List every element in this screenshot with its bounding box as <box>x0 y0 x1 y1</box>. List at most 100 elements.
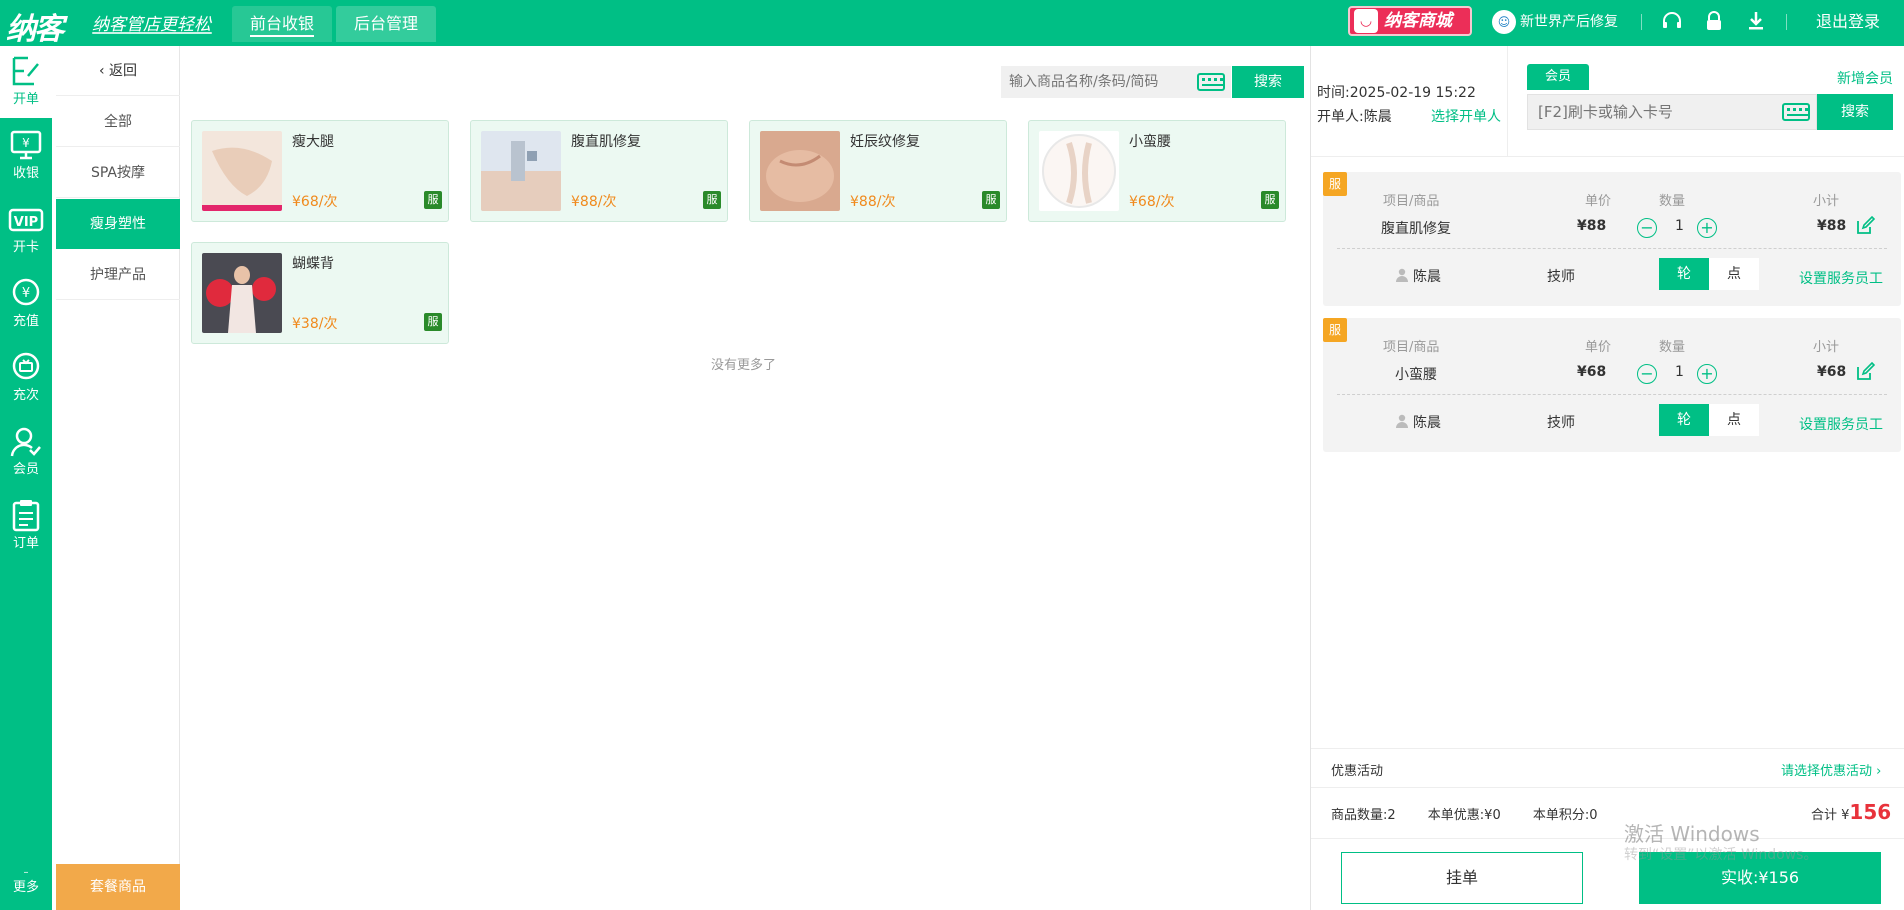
product-search-button[interactable]: 搜索 <box>1232 66 1304 98</box>
nav-label: 订单 <box>12 536 39 551</box>
product-image <box>202 253 282 333</box>
member-search-button[interactable]: 搜索 <box>1817 94 1893 130</box>
open-order-icon <box>12 56 39 86</box>
headset-icon[interactable] <box>1660 10 1684 34</box>
service-tag: 服 <box>424 313 442 331</box>
minus-icon[interactable]: − <box>1637 218 1657 238</box>
product-name: 小蛮腰 <box>1129 134 1171 150</box>
category-spa[interactable]: SPA按摩 <box>56 148 180 198</box>
nav-recharge[interactable]: ¥ 充值 <box>0 268 52 340</box>
svg-text:VIP: VIP <box>14 215 38 230</box>
mall-button[interactable]: ◡ 纳客商城 <box>1348 6 1472 36</box>
total-label: 合计 ¥ <box>1811 808 1850 823</box>
product-search-box <box>1001 66 1231 98</box>
set-staff-link[interactable]: 设置服务员工 <box>1799 414 1883 434</box>
shopping-bag-icon: ◡ <box>1354 9 1378 33</box>
app-logo: 纳客 <box>6 12 64 47</box>
tab-front-cashier[interactable]: 前台收银 <box>232 6 332 42</box>
header-qty: 数量 <box>1659 194 1686 209</box>
product-card[interactable]: 蝴蝶背 ¥38/次 服 <box>191 242 449 344</box>
nav-recharge-times[interactable]: 充次 <box>0 342 52 414</box>
item-subtotal: ¥88 <box>1817 218 1847 234</box>
item-name: 小蛮腰 <box>1395 367 1437 383</box>
nav-more[interactable]: – 更多 <box>0 866 52 910</box>
nav-label: 开卡 <box>12 240 39 255</box>
category-care-products[interactable]: 护理产品 <box>56 250 180 300</box>
designate-option[interactable]: 点 <box>1709 258 1759 290</box>
svg-text:¥: ¥ <box>22 286 30 301</box>
recharge-times-icon <box>12 352 40 380</box>
nav-label: 收银 <box>12 166 39 181</box>
mall-label: 纳客商城 <box>1384 11 1452 31</box>
item-price: ¥88 <box>1577 218 1607 234</box>
person-icon <box>1396 268 1408 282</box>
designate-option[interactable]: 点 <box>1709 404 1759 436</box>
product-price: ¥38/次 <box>292 316 338 332</box>
edit-icon[interactable] <box>1855 362 1875 382</box>
person-icon <box>1396 414 1408 428</box>
order-points: 本单积分:0 <box>1532 808 1598 823</box>
member-card-input[interactable] <box>1538 95 1768 129</box>
download-icon[interactable] <box>1744 10 1768 34</box>
product-card[interactable]: 妊辰纹修复 ¥88/次 服 <box>749 120 1007 222</box>
product-card[interactable]: 小蛮腰 ¥68/次 服 <box>1028 120 1286 222</box>
back-button[interactable]: ‹ 返回 <box>56 46 180 96</box>
store-name[interactable]: ☺ 新世界产后修复 <box>1492 10 1618 34</box>
product-name: 蝴蝶背 <box>292 256 334 272</box>
tab-backend-admin[interactable]: 后台管理 <box>336 6 436 42</box>
member-card-box <box>1527 94 1817 130</box>
divider <box>1786 14 1787 30</box>
minus-icon[interactable]: − <box>1637 364 1657 384</box>
tab-label: 前台收银 <box>249 14 314 33</box>
member-tab[interactable]: 会员 <box>1527 64 1589 90</box>
product-card[interactable]: 腹直肌修复 ¥88/次 服 <box>470 120 728 222</box>
staff-label: 陈晨 <box>1413 269 1441 285</box>
category-slimming[interactable]: 瘦身塑性 <box>56 199 180 249</box>
order-panel: 时间:2025-02-19 15:22 开单人:陈晨 选择开单人 会员 新增会员… <box>1310 46 1904 910</box>
choose-discount-link[interactable]: 请选择优惠活动 › <box>1781 760 1881 779</box>
plus-icon[interactable]: + <box>1697 218 1717 238</box>
plus-icon[interactable]: + <box>1697 364 1717 384</box>
header-price: 单价 <box>1585 340 1612 355</box>
svg-text:¥: ¥ <box>22 136 30 150</box>
item-count: 商品数量:2 <box>1331 808 1396 823</box>
package-products-button[interactable]: 套餐商品 <box>56 864 180 910</box>
header-price: 单价 <box>1585 194 1612 209</box>
staff-name: 陈晨 <box>1395 412 1441 432</box>
nav-open-order[interactable]: 开单 <box>0 46 52 118</box>
order-summary: 商品数量:2 本单优惠:¥0 本单积分:0 <box>1331 804 1626 823</box>
keyboard-icon[interactable] <box>1782 103 1810 121</box>
discount-row[interactable]: 优惠活动 请选择优惠活动 › <box>1311 748 1904 788</box>
set-staff-link[interactable]: 设置服务员工 <box>1799 268 1883 288</box>
member-icon <box>10 427 41 457</box>
category-all[interactable]: 全部 <box>56 97 180 147</box>
header-subtotal: 小计 <box>1813 340 1840 355</box>
item-qty[interactable]: 1 <box>1675 218 1684 234</box>
staff-label: 陈晨 <box>1413 415 1441 431</box>
tab-label: 后台管理 <box>353 14 418 33</box>
nav-open-card[interactable]: VIP 开卡 <box>0 194 52 266</box>
logout-button[interactable]: 退出登录 <box>1816 10 1880 34</box>
edit-icon[interactable] <box>1855 216 1875 236</box>
lock-icon[interactable] <box>1702 10 1726 34</box>
nav-cashier[interactable]: ¥ 收银 <box>0 120 52 192</box>
product-card[interactable]: 瘦大腿 ¥68/次 服 <box>191 120 449 222</box>
keyboard-icon[interactable] <box>1197 73 1225 91</box>
add-member-link[interactable]: 新增会员 <box>1837 68 1893 88</box>
choose-opener-link[interactable]: 选择开单人 <box>1431 106 1501 126</box>
item-subtotal: ¥68 <box>1817 364 1847 380</box>
hang-order-button[interactable]: 挂单 <box>1341 852 1583 904</box>
product-search-input[interactable] <box>1009 66 1179 98</box>
nav-label: 更多 <box>12 880 39 895</box>
product-price: ¥68/次 <box>1129 194 1175 210</box>
rotation-option[interactable]: 轮 <box>1659 258 1709 290</box>
rotation-option[interactable]: 轮 <box>1659 404 1709 436</box>
dashed-divider <box>1337 394 1887 395</box>
item-qty[interactable]: 1 <box>1675 364 1684 380</box>
order-opener: 开单人:陈晨 <box>1317 109 1392 125</box>
nav-order[interactable]: 订单 <box>0 490 52 562</box>
nav-member[interactable]: 会员 <box>0 416 52 488</box>
no-more-text: 没有更多了 <box>711 358 777 373</box>
service-tag: 服 <box>982 191 1000 209</box>
divider <box>1311 838 1904 839</box>
